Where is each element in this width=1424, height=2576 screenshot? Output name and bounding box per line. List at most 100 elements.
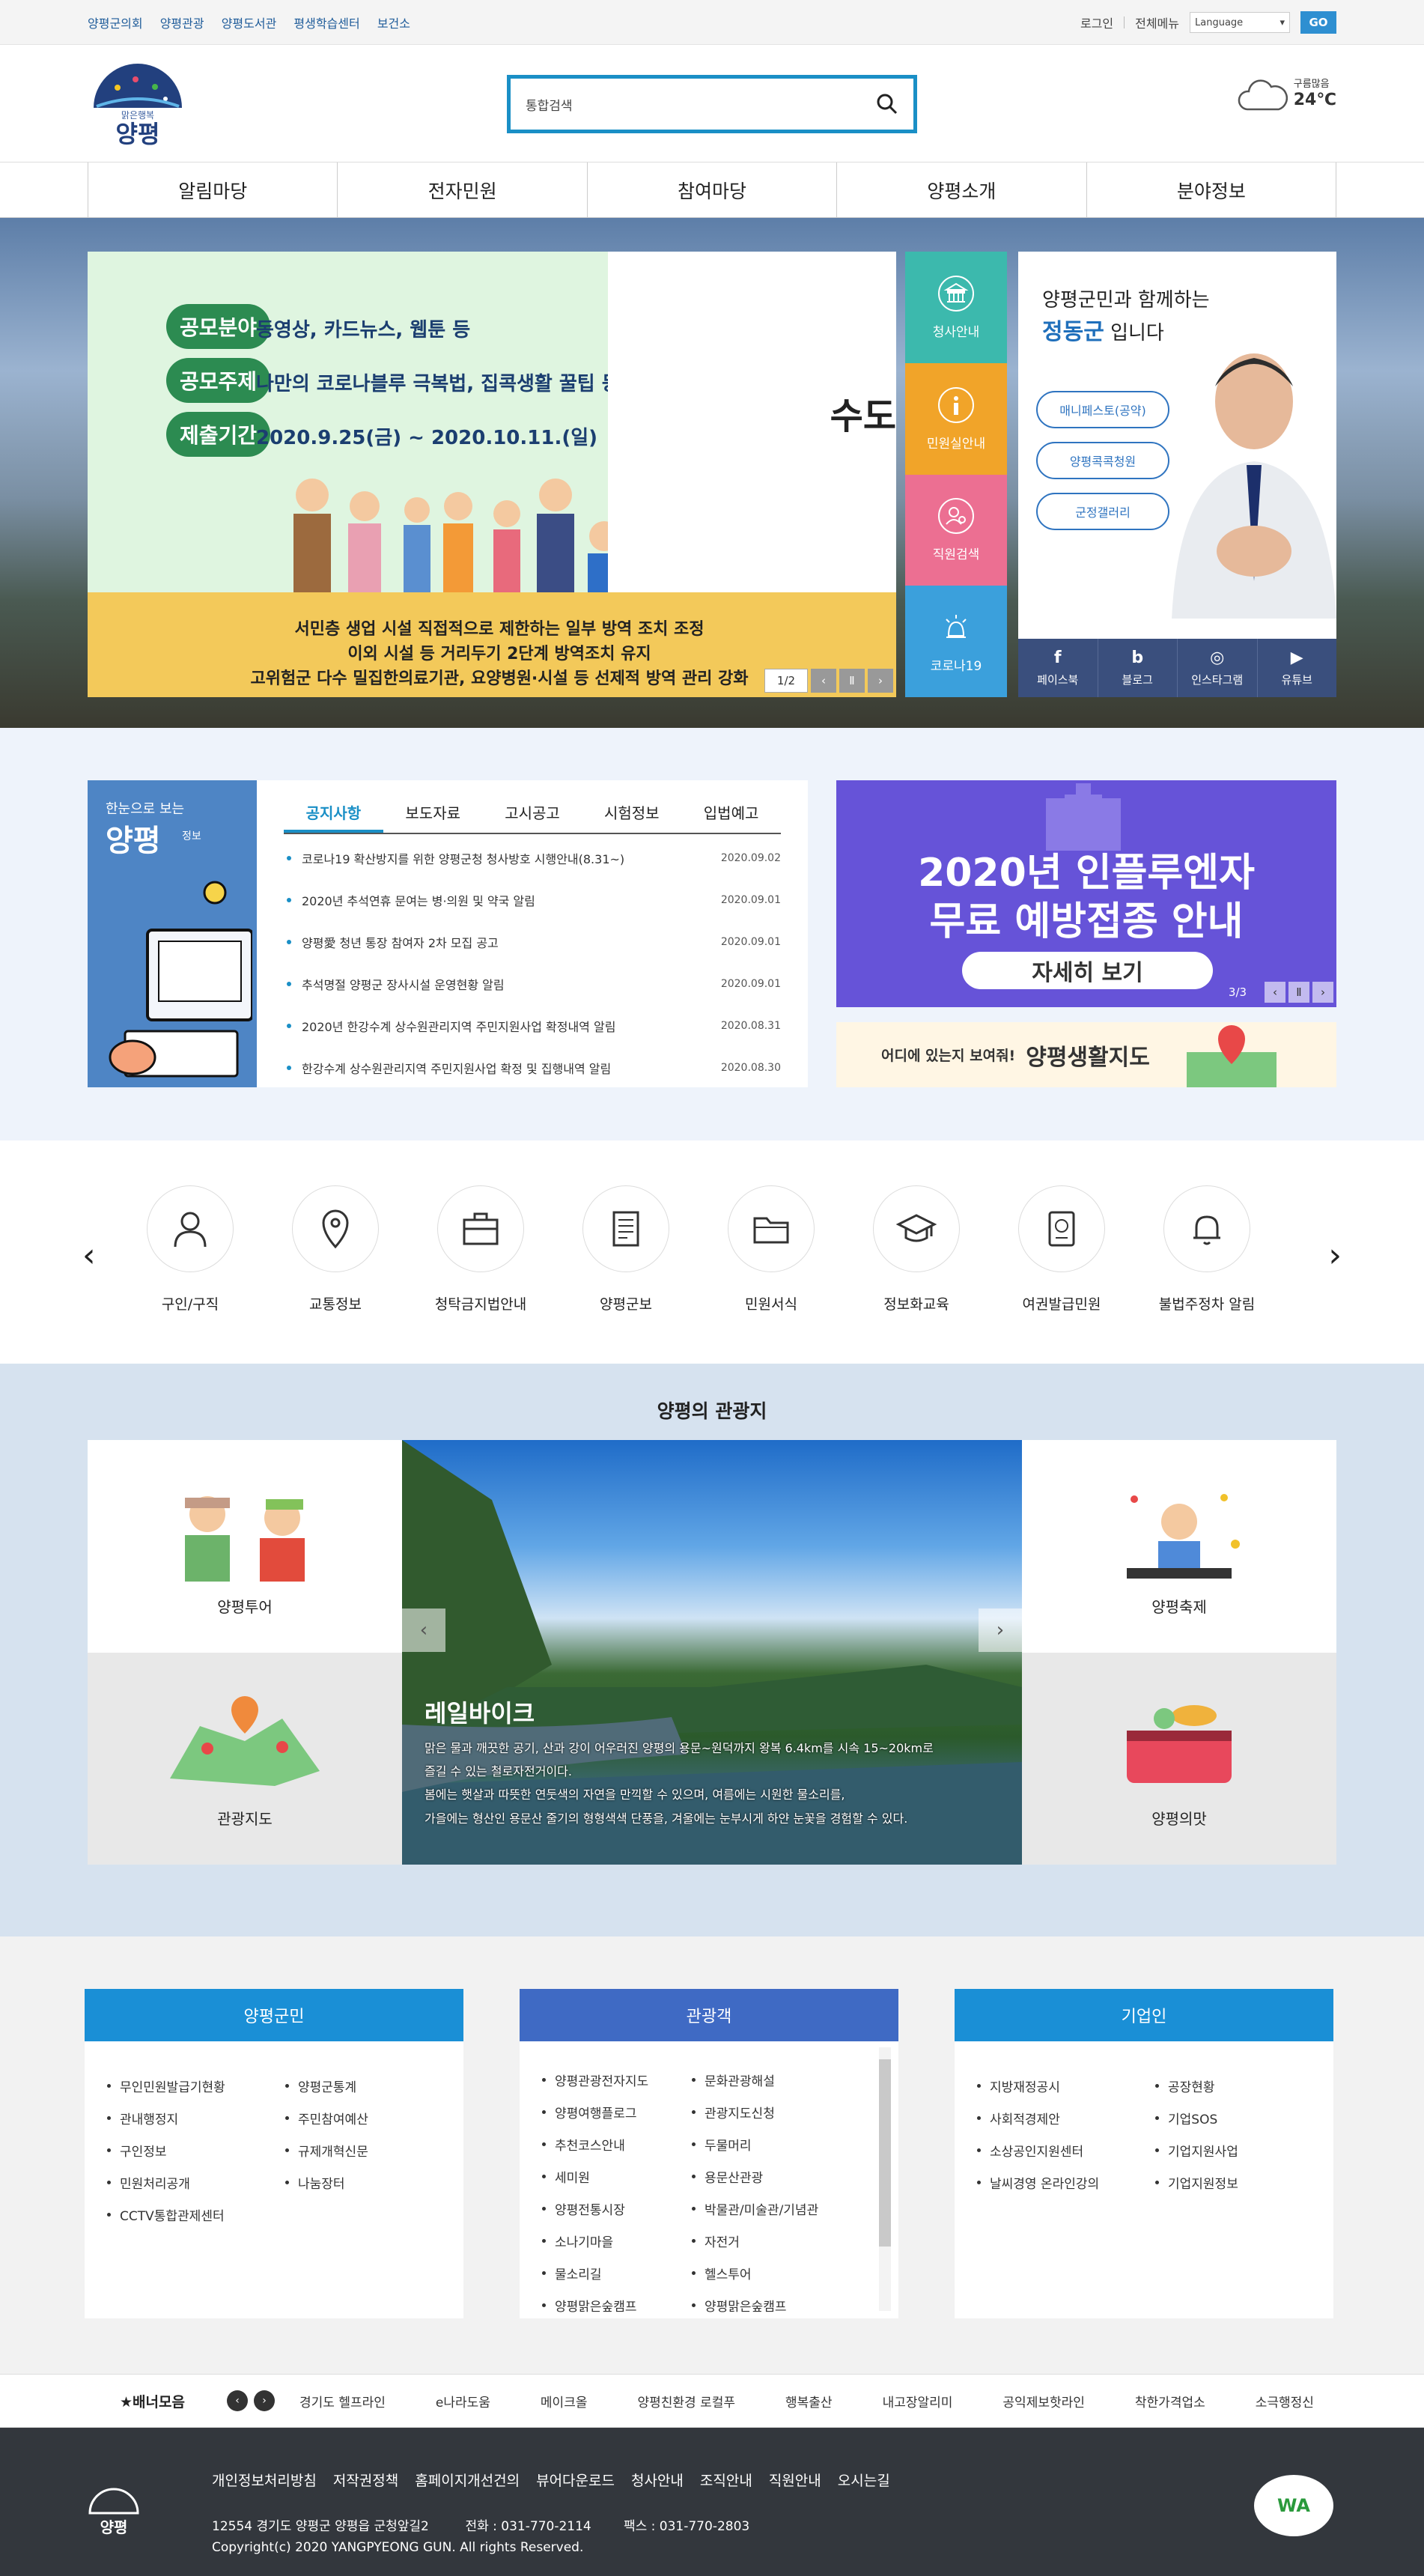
list-item[interactable]: 코로나19 확산방지를 위한 양평군청 청사방호 시행안내(8.31~) 2020… bbox=[284, 837, 781, 879]
banner-link[interactable]: 양평친환경 로컬푸 bbox=[637, 2392, 735, 2411]
list-item[interactable]: 추석명절 양평군 장사시설 운영현황 알림 2020.09.01 bbox=[284, 963, 781, 1005]
portal-link[interactable]: 주민참여예산 bbox=[285, 2102, 463, 2134]
prev-arrow-icon[interactable]: ‹ bbox=[227, 2390, 248, 2411]
flu-vaccine-banner[interactable]: 2020년 인플루엔자 무료 예방접종 안내 자세히 보기 3/3 ‹ Ⅱ › bbox=[836, 780, 1336, 1007]
quick-menu-item[interactable]: 직원검색 bbox=[905, 474, 1007, 586]
gnb-menu-item[interactable]: 분야정보 bbox=[1087, 162, 1337, 218]
chevron-right-icon[interactable]: › bbox=[979, 1609, 1022, 1652]
service-item[interactable]: 구인/구직 bbox=[123, 1185, 258, 1313]
youtube-link[interactable]: ▶ 유튜브 bbox=[1258, 639, 1337, 697]
portal-link[interactable]: 기업SOS bbox=[1155, 2102, 1333, 2134]
next-arrow-icon[interactable]: › bbox=[1312, 982, 1333, 1003]
prev-arrow-icon[interactable]: ‹ bbox=[1265, 982, 1285, 1003]
service-item[interactable]: 정보화교육 bbox=[849, 1185, 984, 1313]
portal-link[interactable]: 나눔장터 bbox=[285, 2166, 463, 2199]
pause-icon[interactable]: Ⅱ bbox=[1288, 982, 1309, 1003]
portal-link[interactable]: 두물머리 bbox=[692, 2128, 871, 2160]
service-item[interactable]: 불법주정차 알림 bbox=[1139, 1185, 1274, 1313]
footer-link[interactable]: 오시는길 bbox=[838, 2470, 890, 2490]
portal-link[interactable]: 규제개혁신문 bbox=[285, 2134, 463, 2166]
portal-link[interactable]: 구인정보 bbox=[107, 2134, 285, 2166]
gnb-menu-item[interactable]: 전자민원 bbox=[338, 162, 588, 218]
portal-link[interactable]: 자전거 bbox=[692, 2225, 871, 2257]
quick-menu-item[interactable]: 코로나19 bbox=[905, 586, 1007, 697]
language-select[interactable]: Language ▾ bbox=[1190, 12, 1290, 33]
banner-link[interactable]: 착한가격업소 bbox=[1135, 2392, 1205, 2411]
portal-link[interactable]: 무인민원발급기현황 bbox=[107, 2070, 285, 2102]
gnb-menu-item[interactable]: 참여마당 bbox=[588, 162, 838, 218]
portal-link[interactable]: 양평맑은숲캠프 bbox=[692, 2289, 871, 2318]
portal-link[interactable]: CCTV통합관제센터 bbox=[107, 2199, 285, 2231]
tour-cell[interactable]: 양평의맛 bbox=[1022, 1653, 1336, 1865]
portal-link[interactable]: 기업지원사업 bbox=[1155, 2134, 1333, 2166]
portal-link[interactable]: 소상공인지원센터 bbox=[977, 2134, 1155, 2166]
portal-link[interactable]: 세미원 bbox=[542, 2160, 692, 2193]
tab-exam[interactable]: 시험정보 bbox=[582, 797, 681, 833]
blog-link[interactable]: b 블로그 bbox=[1098, 639, 1178, 697]
gnb-menu-item[interactable]: 양평소개 bbox=[837, 162, 1087, 218]
banner-link[interactable]: e나라도움 bbox=[436, 2392, 490, 2411]
portal-link[interactable]: 관내행정지 bbox=[107, 2102, 285, 2134]
portal-link[interactable]: 양평관광전자지도 bbox=[542, 2064, 692, 2096]
tour-photo-slider[interactable]: ‹ › 레일바이크 맑은 물과 깨끗한 공기, 산과 강이 어우러진 양평의 용… bbox=[402, 1440, 1022, 1865]
footer-link[interactable]: 직원안내 bbox=[769, 2470, 821, 2490]
footer-link[interactable]: 뷰어다운로드 bbox=[536, 2470, 615, 2490]
info-side-banner[interactable]: 한눈으로 보는 양평 정보 bbox=[88, 780, 257, 1087]
chevron-left-icon[interactable]: ‹ bbox=[402, 1609, 445, 1652]
list-item[interactable]: 2020년 추석연휴 문여는 병·의원 및 약국 알림 2020.09.01 bbox=[284, 879, 781, 921]
service-item[interactable]: 양평군보 bbox=[559, 1185, 693, 1313]
portal-link[interactable]: 기업지원정보 bbox=[1155, 2166, 1333, 2199]
portal-link[interactable]: 헬스투어 bbox=[692, 2257, 871, 2289]
search-box[interactable]: 통합검색 bbox=[507, 75, 917, 133]
language-go-button[interactable]: GO bbox=[1300, 11, 1336, 34]
portal-link[interactable]: 양평전통시장 bbox=[542, 2193, 692, 2225]
scrollbar-thumb[interactable] bbox=[879, 2059, 891, 2247]
portal-link[interactable]: 용문산관광 bbox=[692, 2160, 871, 2193]
banner-link[interactable]: 행복출산 bbox=[785, 2392, 833, 2411]
portal-link[interactable]: 민원처리공개 bbox=[107, 2166, 285, 2199]
family-link[interactable]: 양평관광 bbox=[160, 16, 204, 31]
tab-legislation[interactable]: 입법예고 bbox=[681, 797, 781, 833]
life-map-banner[interactable]: 어디에 있는지 보여줘! 양평생활지도 bbox=[836, 1022, 1336, 1087]
service-item[interactable]: 여권발급민원 bbox=[994, 1185, 1129, 1313]
gnb-menu-item[interactable]: 알림마당 bbox=[88, 162, 338, 218]
family-link[interactable]: 양평도서관 bbox=[222, 16, 277, 31]
login-link[interactable]: 로그인 bbox=[1080, 13, 1113, 31]
search-icon[interactable] bbox=[876, 93, 898, 115]
portal-link[interactable]: 날씨경영 온라인강의 bbox=[977, 2166, 1155, 2199]
footer-link[interactable]: 저작권정책 bbox=[333, 2470, 398, 2490]
chevron-left-icon[interactable]: ‹ bbox=[82, 1236, 96, 1275]
main-banner-slider[interactable]: 공모분야 동영상, 카드뉴스, 웹툰 등 공모주제 나만의 코로나블루 극복법,… bbox=[88, 252, 896, 697]
portal-link[interactable]: 지방재정공시 bbox=[977, 2070, 1155, 2102]
tour-cell[interactable]: 양평축제 bbox=[1022, 1440, 1336, 1653]
portal-link[interactable]: 소나기마을 bbox=[542, 2225, 692, 2257]
banner-link[interactable]: 메이크올 bbox=[541, 2392, 588, 2411]
portal-link[interactable]: 박물관/미술관/기념관 bbox=[692, 2193, 871, 2225]
family-link[interactable]: 보건소 bbox=[377, 16, 410, 31]
portal-link[interactable]: 공장현황 bbox=[1155, 2070, 1333, 2102]
portal-link[interactable]: 양평맑은숲캠프 bbox=[542, 2289, 692, 2318]
instagram-link[interactable]: ◎ 인스타그램 bbox=[1178, 639, 1258, 697]
footer-link[interactable]: 청사안내 bbox=[631, 2470, 684, 2490]
pause-icon[interactable]: Ⅱ bbox=[839, 669, 865, 693]
next-arrow-icon[interactable]: › bbox=[254, 2390, 275, 2411]
tour-cell[interactable]: 양평투어 bbox=[88, 1440, 402, 1653]
banner-link[interactable]: 내고장알리미 bbox=[883, 2392, 953, 2411]
footer-link[interactable]: 개인정보처리방침 bbox=[212, 2470, 317, 2490]
banner-link[interactable]: 소극행정신 bbox=[1256, 2392, 1314, 2411]
manifesto-button[interactable]: 매니페스토(공약) bbox=[1036, 391, 1169, 428]
list-item[interactable]: 양평愛 청년 통장 참여자 2차 모집 공고 2020.09.01 bbox=[284, 921, 781, 963]
tab-press[interactable]: 보도자료 bbox=[383, 797, 483, 833]
search-input[interactable]: 통합검색 bbox=[526, 95, 876, 114]
list-item[interactable]: 한강수계 상수원관리지역 주민지원사업 확정 및 집행내역 알림 2020.08.… bbox=[284, 1047, 781, 1089]
list-item[interactable]: 2020년 한강수계 상수원관리지역 주민지원사업 확정내역 알림 2020.08… bbox=[284, 1005, 781, 1047]
facebook-link[interactable]: f 페이스북 bbox=[1018, 639, 1098, 697]
footer-link[interactable]: 홈페이지개선건의 bbox=[415, 2470, 520, 2490]
site-logo[interactable]: 맑은행복 양평 bbox=[88, 61, 188, 150]
service-item[interactable]: 교통정보 bbox=[268, 1185, 403, 1313]
tab-announcement[interactable]: 고시공고 bbox=[483, 797, 582, 833]
banner-link[interactable]: 경기도 헬프라인 bbox=[299, 2392, 386, 2411]
banner-link[interactable]: 공익제보핫라인 bbox=[1002, 2392, 1084, 2411]
portal-link[interactable]: 추천코스안내 bbox=[542, 2128, 692, 2160]
all-menu-link[interactable]: 전체메뉴 bbox=[1135, 13, 1179, 31]
